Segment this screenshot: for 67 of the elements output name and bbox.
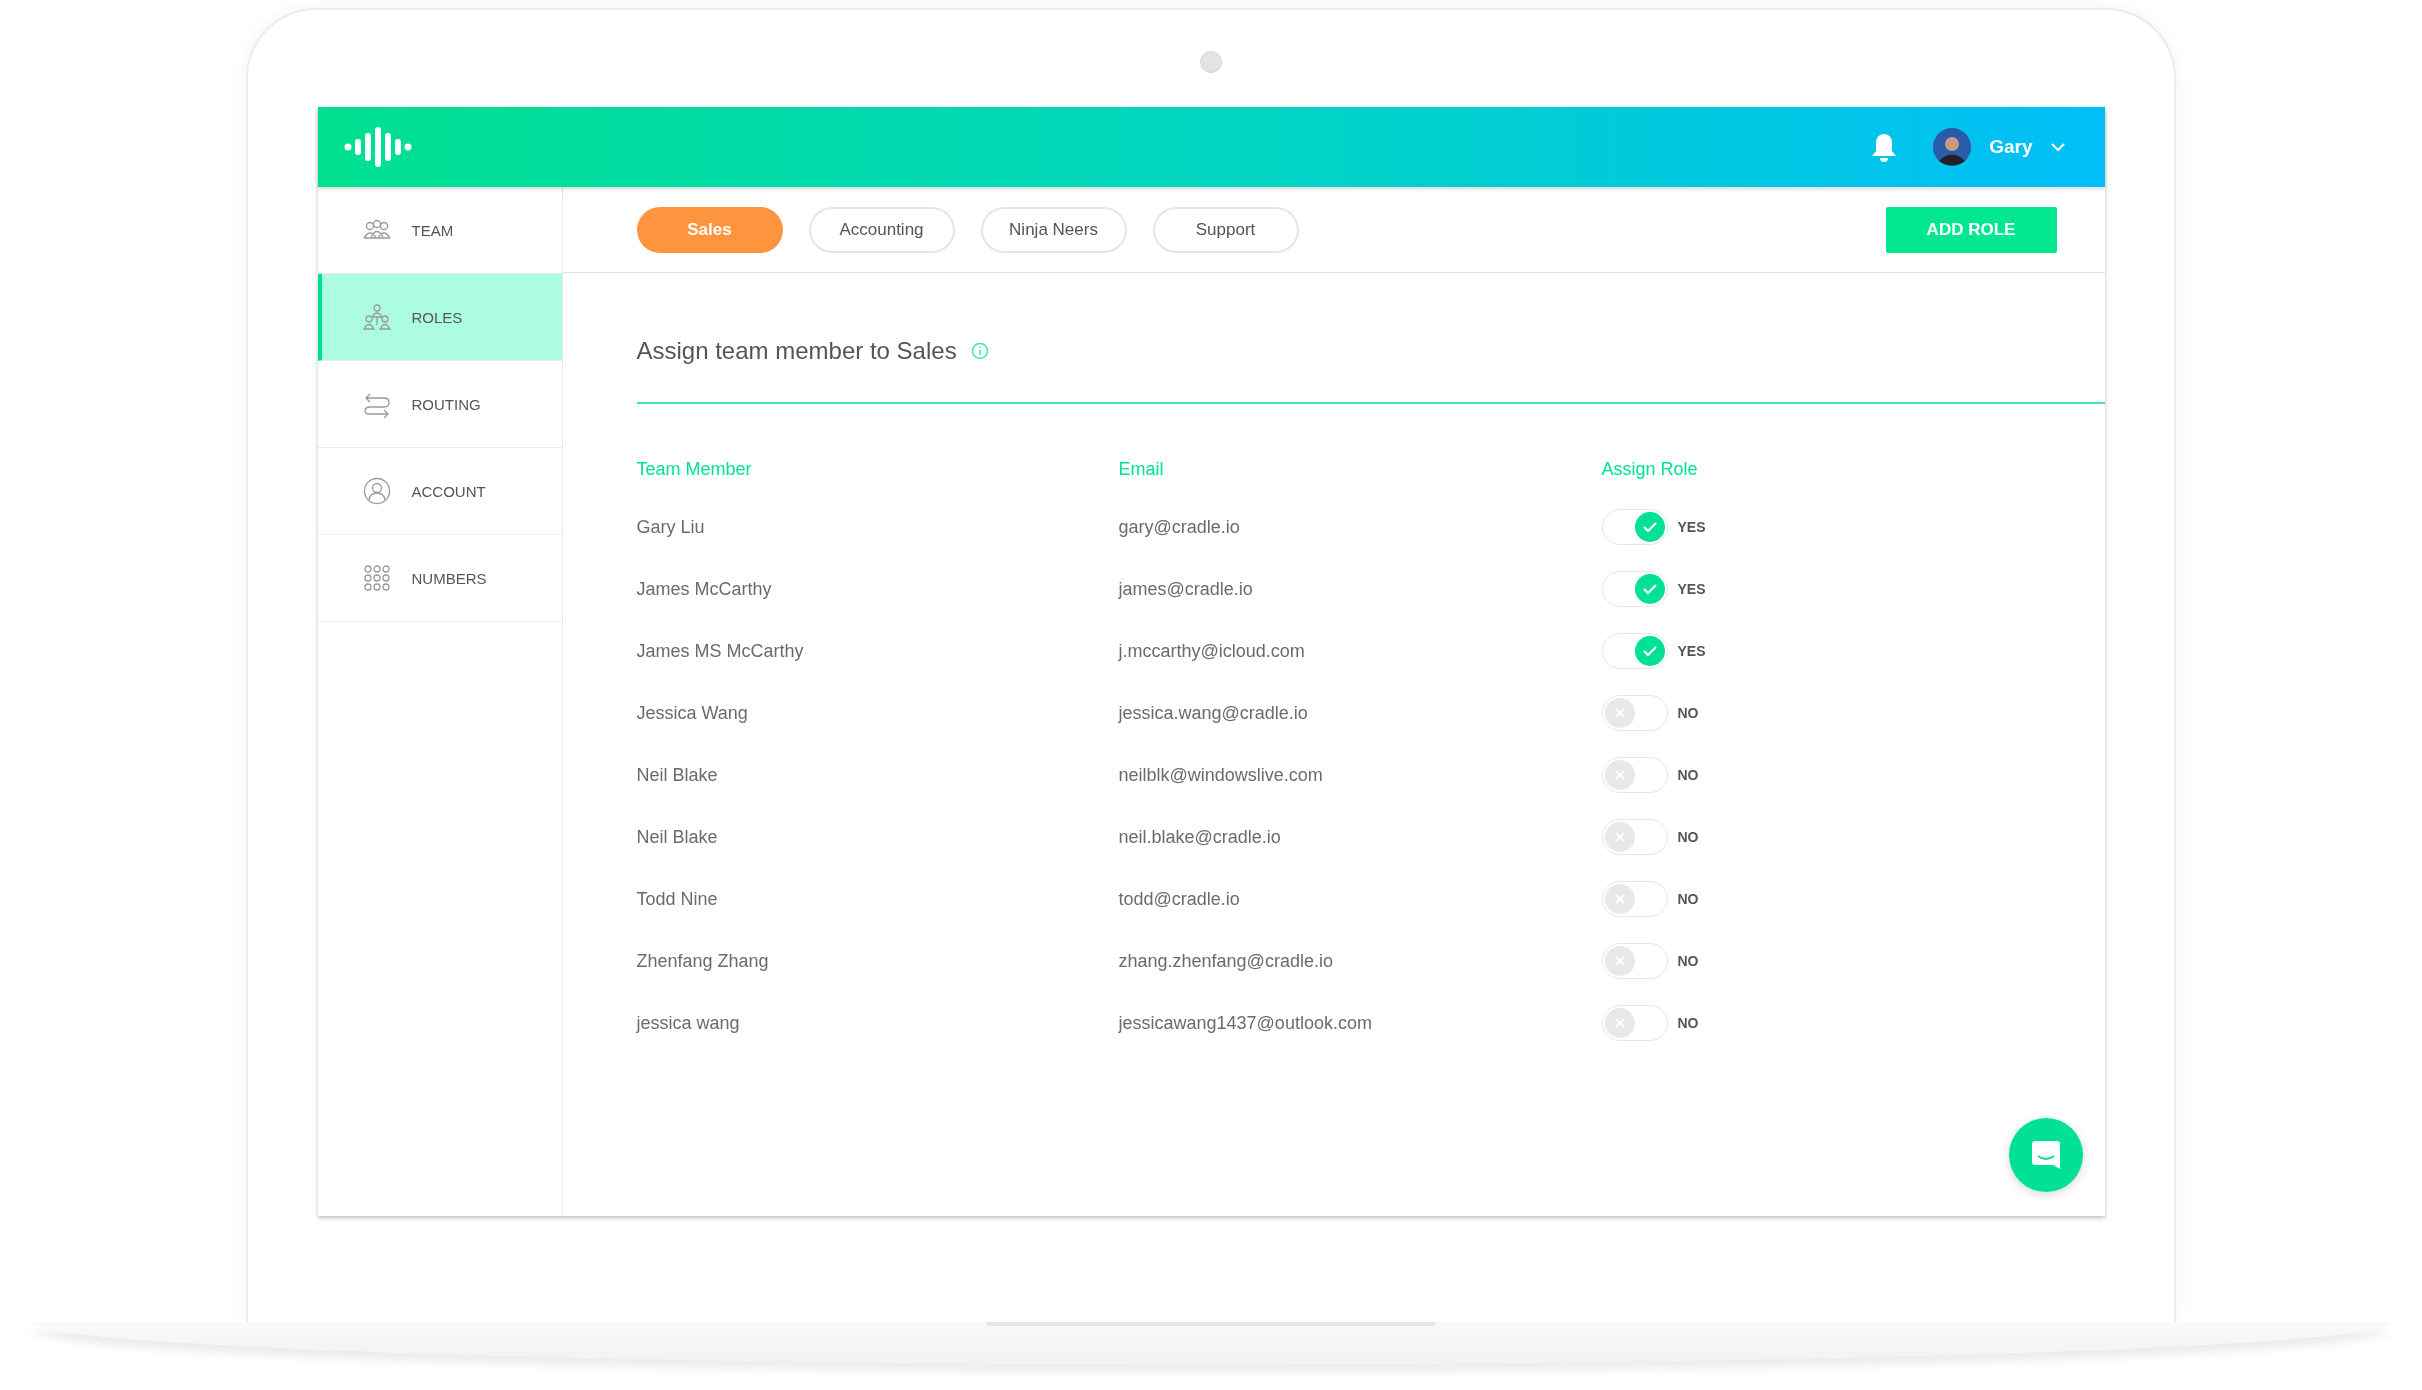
role-tab[interactable]: Accounting bbox=[808, 206, 955, 253]
info-icon[interactable] bbox=[970, 342, 989, 360]
sidebar-label: TEAM bbox=[411, 221, 454, 239]
toggle-switch[interactable] bbox=[1601, 757, 1668, 793]
member-name: Neil Blake bbox=[636, 825, 719, 849]
member-email: neilblk@windowslive.com bbox=[1118, 763, 1324, 787]
member-email: jessica.wang@cradle.io bbox=[1118, 701, 1309, 725]
section-title: Assign team member to Sales bbox=[636, 337, 957, 365]
check-icon bbox=[1641, 645, 1658, 657]
sidebar-label: ACCOUNT bbox=[411, 482, 486, 500]
toggle-switch[interactable] bbox=[1601, 943, 1668, 979]
keypad-icon bbox=[361, 564, 392, 592]
check-icon bbox=[1641, 521, 1658, 533]
chat-button[interactable] bbox=[2008, 1118, 2083, 1192]
status-label: YES bbox=[1677, 519, 1706, 535]
toggle-switch[interactable] bbox=[1601, 881, 1668, 917]
toggle-switch[interactable] bbox=[1601, 633, 1668, 669]
sidebar-item[interactable]: ROLES bbox=[317, 274, 562, 361]
toggle-switch[interactable] bbox=[1601, 509, 1668, 545]
bell-icon[interactable] bbox=[1871, 132, 1898, 162]
sidebar-item[interactable]: ACCOUNT bbox=[317, 448, 562, 535]
role-tab[interactable]: Ninja Neers bbox=[980, 206, 1127, 253]
member-email: jessicawang1437@outlook.com bbox=[1118, 1011, 1373, 1035]
member-email: zhang.zhenfang@cradle.io bbox=[1118, 949, 1334, 973]
member-email: gary@cradle.io bbox=[1118, 515, 1241, 539]
member-name: Neil Blake bbox=[636, 763, 719, 787]
column-header: Team Member bbox=[636, 457, 753, 481]
member-email: j.mccarthy@icloud.com bbox=[1118, 639, 1306, 663]
sidebar-item[interactable]: NUMBERS bbox=[317, 535, 562, 622]
sound-wave-logo-icon bbox=[343, 127, 412, 167]
sidebar-label: NUMBERS bbox=[411, 569, 487, 587]
chat-icon bbox=[2031, 1141, 2060, 1169]
member-name: Todd Nine bbox=[636, 887, 719, 911]
hierarchy-icon bbox=[361, 303, 392, 331]
status-label: YES bbox=[1677, 643, 1706, 659]
sidebar-item[interactable]: TEAM bbox=[317, 187, 562, 274]
toggle-switch[interactable] bbox=[1601, 1005, 1668, 1041]
member-name: James McCarthy bbox=[636, 577, 773, 601]
avatar bbox=[1933, 128, 1972, 166]
user-icon bbox=[361, 477, 392, 505]
member-email: neil.blake@cradle.io bbox=[1118, 825, 1282, 849]
sidebar-item[interactable]: ROUTING bbox=[317, 361, 562, 448]
status-label: NO bbox=[1677, 953, 1699, 969]
status-label: NO bbox=[1677, 891, 1699, 907]
toggle-switch[interactable] bbox=[1601, 819, 1668, 855]
member-name: Gary Liu bbox=[636, 515, 706, 539]
toggle-switch[interactable] bbox=[1601, 695, 1668, 731]
status-label: NO bbox=[1677, 705, 1699, 721]
status-label: YES bbox=[1677, 581, 1706, 597]
sidebar-label: ROLES bbox=[411, 308, 463, 326]
member-name: James MS McCarthy bbox=[636, 639, 805, 663]
camera-icon bbox=[1200, 51, 1222, 73]
member-name: Zhenfang Zhang bbox=[636, 949, 770, 973]
toggle-switch[interactable] bbox=[1601, 571, 1668, 607]
member-name: jessica wang bbox=[636, 1011, 741, 1035]
member-email: james@cradle.io bbox=[1118, 577, 1254, 601]
check-icon bbox=[1641, 583, 1658, 595]
column-header: Assign Role bbox=[1601, 457, 1699, 481]
status-label: NO bbox=[1677, 1015, 1699, 1031]
chevron-down-icon bbox=[2050, 142, 2065, 152]
status-label: NO bbox=[1677, 767, 1699, 783]
role-tab[interactable]: Support bbox=[1152, 206, 1299, 253]
member-name: Jessica Wang bbox=[636, 701, 749, 725]
member-email: todd@cradle.io bbox=[1118, 887, 1241, 911]
sidebar-label: ROUTING bbox=[411, 395, 481, 413]
status-label: NO bbox=[1677, 829, 1699, 845]
column-header: Email bbox=[1118, 457, 1165, 481]
